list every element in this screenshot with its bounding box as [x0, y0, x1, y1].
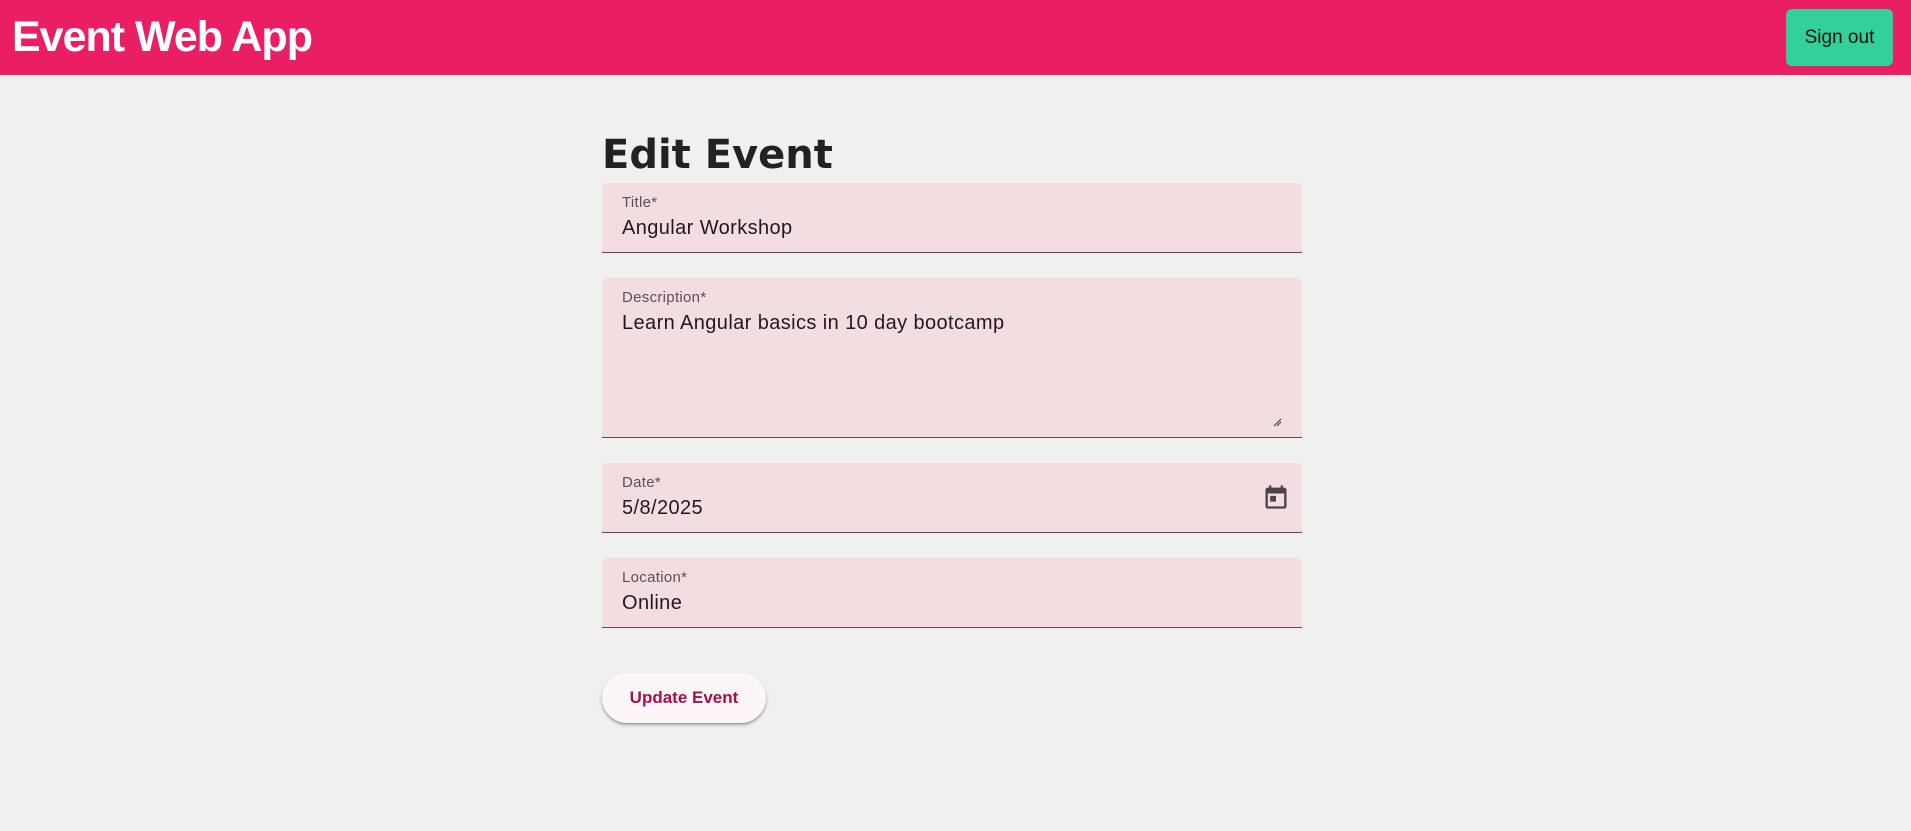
- description-field-label: Description*: [622, 289, 707, 306]
- description-textarea[interactable]: Learn Angular basics in 10 day bootcamp: [622, 312, 1282, 335]
- title-field-label: Title*: [622, 194, 658, 211]
- title-input[interactable]: Angular Workshop: [622, 217, 1282, 240]
- location-input[interactable]: Online: [622, 592, 1282, 615]
- location-field-label: Location*: [622, 569, 688, 586]
- sign-out-button[interactable]: Sign out: [1786, 9, 1893, 66]
- update-event-button[interactable]: Update Event: [602, 673, 766, 723]
- date-field[interactable]: Date* 5/8/2025: [602, 463, 1302, 533]
- date-field-label: Date*: [622, 474, 662, 491]
- description-field[interactable]: Description* Learn Angular basics in 10 …: [602, 278, 1302, 438]
- page-title: Edit Event: [602, 132, 833, 178]
- location-field[interactable]: Location* Online: [602, 558, 1302, 628]
- resize-grip-icon[interactable]: [1273, 418, 1282, 427]
- calendar-icon[interactable]: [1262, 483, 1290, 511]
- app-title: Event Web App: [12, 13, 313, 61]
- date-input[interactable]: 5/8/2025: [622, 497, 1282, 520]
- title-field[interactable]: Title* Angular Workshop: [602, 183, 1302, 253]
- top-toolbar: Event Web App Sign out: [0, 0, 1911, 75]
- edit-event-form: Edit Event Title* Angular Workshop Descr…: [602, 120, 1302, 723]
